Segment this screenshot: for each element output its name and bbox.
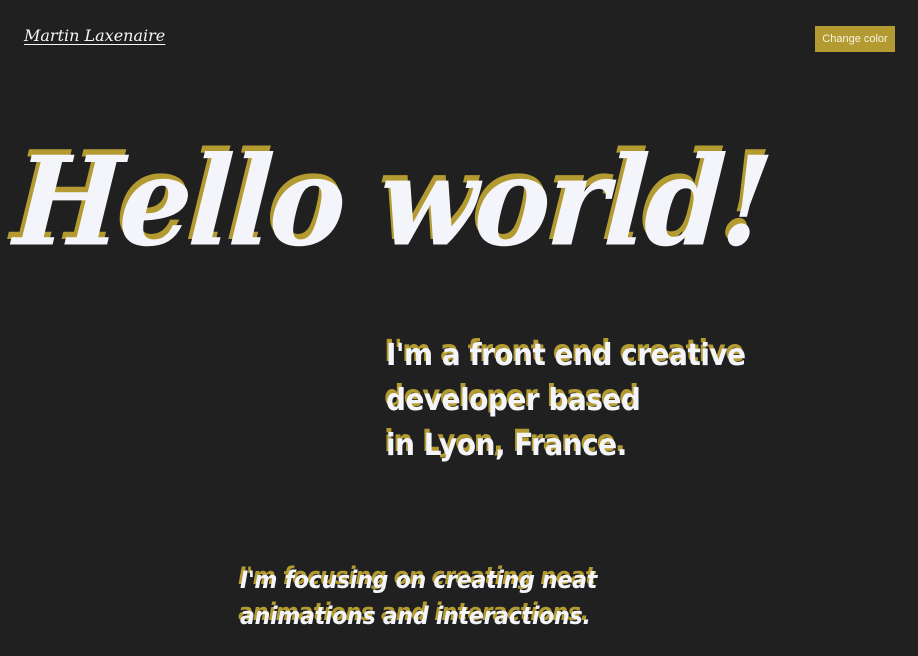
intro-line: in Lyon, France.	[386, 428, 627, 463]
hero-title: Hello world!	[10, 129, 774, 274]
focus-line: animations and interactions.	[240, 602, 591, 630]
focus-line: I'm focusing on creating neat	[240, 566, 598, 594]
change-color-button[interactable]: Change color	[815, 26, 895, 52]
focus-text: I'm focusing on creating neat animations…	[240, 562, 718, 634]
intro-text: I'm a front end creative developer based…	[386, 333, 851, 468]
intro-line: I'm a front end creative	[386, 338, 746, 373]
site-name-link[interactable]: Martin Laxenaire	[24, 26, 165, 45]
intro-line: developer based	[386, 383, 641, 418]
